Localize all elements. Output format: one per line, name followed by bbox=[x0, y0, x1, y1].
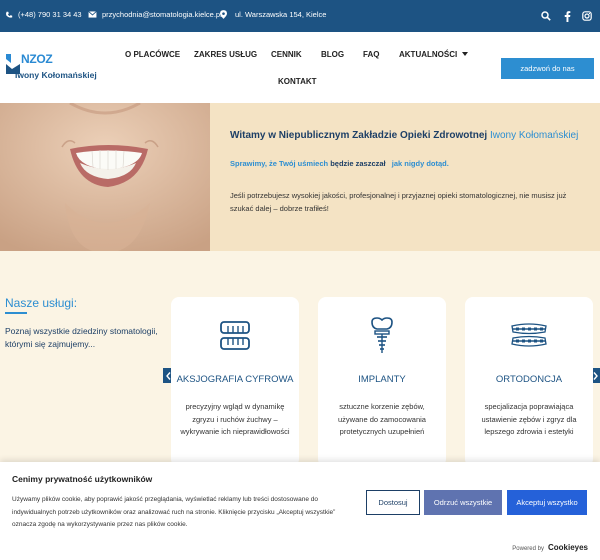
site-logo[interactable]: NZOZ Iwony Kołomańskiej bbox=[5, 50, 97, 86]
nav-item-cennik[interactable]: CENNIK bbox=[271, 50, 302, 59]
top-bar: (+48) 790 31 34 43 przychodnia@stomatolo… bbox=[0, 0, 600, 32]
service-card-ortodoncja[interactable]: ORTODONCJA specjalizacja poprawiająca us… bbox=[465, 297, 593, 467]
facebook-link[interactable] bbox=[560, 9, 574, 23]
phone-number: (+48) 790 31 34 43 bbox=[18, 10, 82, 19]
email-link[interactable]: przychodnia@stomatologia.kielce.pl bbox=[88, 10, 222, 19]
chevron-right-icon bbox=[593, 371, 598, 380]
cookieyes-brand: Cookieyes bbox=[547, 543, 588, 552]
service-card-aksjografia[interactable]: AKSJOGRAFIA CYFROWA precyzyjny wgląd w d… bbox=[171, 297, 299, 467]
cookie-customize-button[interactable]: Dostosuj bbox=[366, 490, 420, 515]
facebook-icon bbox=[564, 10, 570, 22]
hero-heading-main: Witamy w Niepublicznym Zakładzie Opieki … bbox=[230, 130, 488, 141]
hero-heading: Witamy w Niepublicznym Zakładzie Opieki … bbox=[230, 130, 578, 141]
service-card-desc: sztuczne korzenie zębów, używane do zamo… bbox=[338, 402, 426, 436]
service-card-title: AKSJOGRAFIA CYFROWA bbox=[176, 374, 294, 385]
nav-item-aktualnosci[interactable]: AKTUALNOŚCI bbox=[399, 50, 468, 59]
smiling-face-photo bbox=[0, 103, 210, 251]
service-card-title: ORTODONCJA bbox=[495, 374, 563, 385]
nav-item-kontakt[interactable]: KONTAKT bbox=[278, 77, 317, 86]
search-button[interactable] bbox=[539, 9, 553, 23]
service-card-desc: specjalizacja poprawiająca ustawienie zę… bbox=[481, 402, 577, 436]
address-text: ul. Warszawska 154, Kielce bbox=[235, 10, 327, 19]
cookie-accept-button[interactable]: Akceptuj wszystko bbox=[507, 490, 587, 515]
email-address: przychodnia@stomatologia.kielce.pl bbox=[102, 10, 222, 19]
hero-section bbox=[0, 103, 600, 251]
dental-implant-icon bbox=[371, 317, 393, 353]
tagline-part-d: jak nigdy dotąd. bbox=[391, 159, 449, 168]
nav-item-zakres-uslug[interactable]: ZAKRES USŁUG bbox=[194, 50, 257, 59]
cookie-title: Cenimy prywatność użytkowników bbox=[12, 474, 153, 484]
nav-item-faq[interactable]: FAQ bbox=[363, 50, 379, 59]
tagline-part-b: będzie bbox=[330, 159, 354, 168]
service-card-implanty[interactable]: IMPLANTY sztuczne korzenie zębów, używan… bbox=[318, 297, 446, 467]
service-card-desc: precyzyjny wgląd w dynamikę zgryzu i ruc… bbox=[180, 402, 290, 436]
phone-icon bbox=[6, 11, 13, 18]
nav-item-blog[interactable]: BLOG bbox=[321, 50, 344, 59]
dentures-icon bbox=[220, 321, 250, 350]
nav-item-o-placowce[interactable]: O PLACÓWCE bbox=[125, 50, 180, 59]
hero-description: Jeśli potrzebujesz wysokiej jakości, pro… bbox=[230, 191, 567, 213]
address-link[interactable]: ul. Warszawska 154, Kielce bbox=[220, 10, 326, 19]
tagline-part-c: zaszczał bbox=[355, 159, 386, 168]
map-pin-icon bbox=[220, 10, 227, 19]
logo-text-top: NZOZ bbox=[21, 52, 53, 66]
instagram-icon bbox=[582, 11, 592, 21]
hero-heading-name: Iwony Kołomańskiej bbox=[489, 130, 579, 141]
instagram-link[interactable] bbox=[580, 9, 594, 23]
search-icon bbox=[541, 11, 551, 21]
envelope-icon bbox=[88, 11, 97, 18]
call-us-button[interactable]: zadzwoń do nas bbox=[501, 58, 594, 79]
service-card-title: IMPLANTY bbox=[358, 374, 406, 385]
services-title: Nasze usługi: bbox=[5, 296, 78, 314]
cookie-text: Używamy plików cookie, aby poprawić jako… bbox=[12, 496, 336, 528]
phone-link[interactable]: (+48) 790 31 34 43 bbox=[5, 10, 82, 19]
hero-tagline: Sprawimy, że Twój uśmiech będzie zaszcza… bbox=[230, 159, 449, 168]
cookie-consent-banner: Cenimy prywatność użytkowników Używamy p… bbox=[0, 462, 600, 560]
tagline-part-a: Sprawimy, że Twój uśmiech bbox=[230, 159, 329, 168]
cookie-reject-button[interactable]: Odrzuć wszystkie bbox=[424, 490, 502, 515]
powered-by-text: Powered by bbox=[512, 546, 544, 552]
braces-icon bbox=[511, 323, 547, 347]
logo-text-bottom: Iwony Kołomańskiej bbox=[15, 70, 97, 80]
services-subtitle: Poznaj wszystkie dziedziny stomatologii,… bbox=[5, 326, 158, 349]
cookieyes-badge[interactable]: Powered by Cookieyes bbox=[512, 543, 588, 552]
